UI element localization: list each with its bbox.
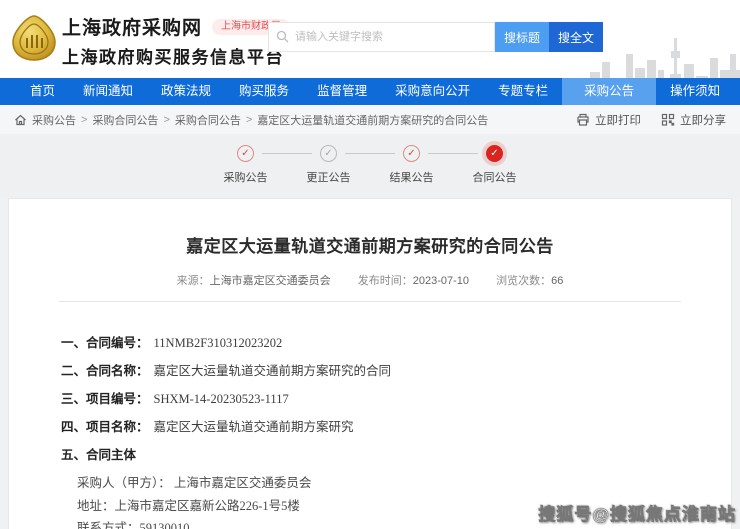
nav-item-purchase-service[interactable]: 购买服务 [225,78,303,105]
check-icon: ✓ [403,145,420,162]
project-number-row: 三、项目编号： SHXM-14-20230523-1117 [61,392,289,406]
site-header: 上海政府采购网 上海市财政局 上海政府购买服务信息平台 搜标题 搜全文 [0,0,740,104]
search-input[interactable] [268,22,495,52]
search-bar: 搜标题 搜全文 [268,22,603,52]
article-panel: 嘉定区大运量轨道交通前期方案研究的合同公告 来源：上海市嘉定区交通委员会 发布时… [8,198,732,529]
nav-item-home[interactable]: 首页 [16,78,69,105]
contract-parties-heading: 五、合同主体 [61,448,137,462]
breadcrumb-separator: > [81,113,88,126]
project-name-row: 四、项目名称： 嘉定区大运量轨道交通前期方案研究 [61,420,354,434]
article-meta: 来源：上海市嘉定区交通委员会 发布时间：2023-07-10 浏览次数：66 [9,272,731,288]
breadcrumb-separator: > [245,113,253,126]
publish-time-label: 发布时间： [357,275,413,287]
breadcrumb-item-current: 嘉定区大运量轨道交通前期方案研究的合同公告 [257,114,489,127]
divider [59,301,681,302]
breadcrumb: 采购公告 > 采购合同公告 > 采购合同公告 > 嘉定区大运量轨道交通前期方案研… [0,105,740,134]
step-label: 结果公告 [389,172,434,184]
progress-steps: ✓ 采购公告 ✓ 更正公告 ✓ 结果公告 ✓ 合同公告 [0,145,740,185]
site-logo-icon [12,15,56,61]
step-label: 更正公告 [306,172,351,184]
views-value: 66 [551,275,564,287]
search-icon [276,30,289,43]
main-nav: 首页 新闻通知 政策法规 购买服务 监督管理 采购意向公开 专题专栏 采购公告 … [0,78,740,105]
print-button[interactable]: 立即打印 [576,112,641,128]
views-label: 浏览次数： [496,275,552,287]
purchaser-line: 采购人（甲方）： 上海市嘉定区交通委员会 [77,476,312,490]
breadcrumb-item[interactable]: 采购合同公告 [92,112,158,128]
nav-item-special-topics[interactable]: 专题专栏 [484,78,562,105]
site-subtitle: 上海政府购买服务信息平台 [62,48,284,67]
check-icon: ✓ [237,145,254,162]
article-title: 嘉定区大运量轨道交通前期方案研究的合同公告 [186,237,554,256]
nav-item-operation-guide[interactable]: 操作须知 [656,78,734,105]
step-label: 采购公告 [223,172,268,184]
search-title-button[interactable]: 搜标题 [495,22,549,52]
breadcrumb-item[interactable]: 采购合同公告 [175,112,241,128]
site-titles: 上海政府采购网 上海市财政局 上海政府购买服务信息平台 [62,13,291,68]
announcement-steps-band: ✓ 采购公告 ✓ 更正公告 ✓ 结果公告 ✓ 合同公告 [0,134,740,198]
source-value: 上海市嘉定区交通委员会 [209,275,331,287]
step-label: 合同公告 [472,172,517,184]
source-label: 来源： [176,275,210,287]
nav-item-news[interactable]: 新闻通知 [69,78,147,105]
step-correction-notice: ✓ 更正公告 [262,145,370,185]
check-icon: ✓ [320,145,337,162]
step-procurement-notice: ✓ 采购公告 [204,145,287,185]
check-icon: ✓ [486,145,503,162]
step-contract-notice: ✓ 合同公告 [428,145,536,185]
nav-item-policy[interactable]: 政策法规 [147,78,225,105]
printer-icon [577,113,589,126]
contract-name-row: 二、合同名称： 嘉定区大运量轨道交通前期方案研究的合同 [61,364,392,378]
contract-number-row: 一、合同编号： 11NMB2F310312023202 [61,336,283,350]
publish-time-value: 2023-07-10 [412,275,470,287]
nav-item-cloud-trading[interactable]: 云采交易平台 [734,78,740,105]
qr-share-icon [661,113,675,126]
breadcrumb-separator: > [163,113,170,126]
nav-item-procurement-notices[interactable]: 采购公告 [562,78,657,105]
nav-item-supervision[interactable]: 监督管理 [303,78,381,105]
nav-item-intent-disclosure[interactable]: 采购意向公开 [381,78,484,105]
step-result-notice: ✓ 结果公告 [345,145,453,185]
site-title: 上海政府采购网 [62,18,203,39]
breadcrumb-item[interactable]: 采购公告 [32,112,76,128]
share-button[interactable]: 立即分享 [661,112,726,128]
home-icon [15,114,26,125]
sohu-watermark: 搜狐号@搜狐焦点淮南站 [538,505,736,525]
